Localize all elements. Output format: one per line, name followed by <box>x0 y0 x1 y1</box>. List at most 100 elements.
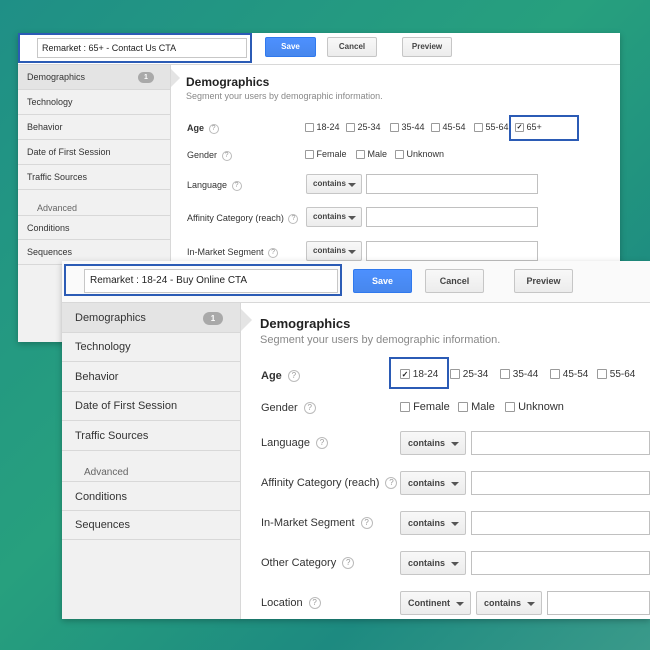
inmarket-value-input[interactable] <box>366 241 538 261</box>
help-icon[interactable]: ? <box>303 402 316 415</box>
segment-name-input[interactable]: Remarket : 65+ - Contact Us CTA <box>37 38 247 58</box>
checkbox[interactable] <box>356 150 365 160</box>
gender-option-unknown[interactable]: Unknown <box>505 401 564 413</box>
affinity-value-input[interactable] <box>471 471 650 495</box>
location-label: Location ? <box>261 597 321 610</box>
affinity-operator-select[interactable]: contains <box>400 471 466 495</box>
location-value-input[interactable] <box>547 591 650 615</box>
checkbox-label: 55-64 <box>609 369 636 380</box>
help-icon[interactable]: ? <box>385 477 398 490</box>
language-operator-select[interactable]: contains <box>306 174 362 194</box>
sidebar-item-conditions[interactable]: Conditions <box>18 215 170 240</box>
age-option-35-44[interactable]: 35-44 <box>390 122 425 133</box>
other-category-operator-select[interactable]: contains <box>400 551 466 575</box>
chevron-down-icon <box>348 183 356 187</box>
checkbox[interactable] <box>550 369 560 380</box>
checkbox[interactable] <box>305 150 314 160</box>
age-option-25-34[interactable]: 25-34 <box>450 369 488 380</box>
preview-button[interactable]: Preview <box>402 37 452 57</box>
checkbox[interactable] <box>450 369 460 380</box>
checkbox-checked[interactable] <box>400 369 410 380</box>
help-icon[interactable]: ? <box>221 150 232 161</box>
checkbox[interactable] <box>390 123 399 133</box>
help-icon[interactable]: ? <box>288 213 299 224</box>
help-icon[interactable]: ? <box>342 557 355 570</box>
age-option-65-plus[interactable]: 65+ <box>515 122 542 133</box>
checkbox[interactable] <box>346 123 355 133</box>
affinity-operator-select[interactable]: contains <box>306 207 362 227</box>
chevron-down-icon <box>451 442 459 446</box>
language-value-input[interactable] <box>366 174 538 194</box>
gender-option-unknown[interactable]: Unknown <box>395 149 445 160</box>
cancel-button[interactable]: Cancel <box>425 269 484 293</box>
sidebar-item-demographics[interactable]: Demographics 1 <box>18 65 170 90</box>
gender-option-male[interactable]: Male <box>458 401 495 413</box>
age-option-18-24[interactable]: 18-24 <box>400 369 438 380</box>
inmarket-operator-select[interactable]: contains <box>400 511 466 535</box>
sidebar-item-traffic-sources[interactable]: Traffic Sources <box>18 165 170 190</box>
sidebar-item-technology[interactable]: Technology <box>62 333 240 362</box>
sidebar-item-sequences[interactable]: Sequences <box>62 511 240 540</box>
gender-option-female[interactable]: Female <box>400 401 450 413</box>
sidebar-item-date-of-first-session[interactable]: Date of First Session <box>62 392 240 421</box>
checkbox[interactable] <box>500 369 510 380</box>
sidebar-item-technology[interactable]: Technology <box>18 90 170 115</box>
age-option-55-64[interactable]: 55-64 <box>597 369 635 380</box>
sidebar-item-conditions[interactable]: Conditions <box>62 481 240 511</box>
language-value-input[interactable] <box>471 431 650 455</box>
age-option-45-54[interactable]: 45-54 <box>431 122 466 133</box>
age-option-25-34[interactable]: 25-34 <box>346 122 381 133</box>
checkbox[interactable] <box>474 123 483 133</box>
checkbox[interactable] <box>400 402 410 413</box>
checkbox-label: Unknown <box>518 401 564 413</box>
checkbox-checked[interactable] <box>515 123 524 133</box>
checkbox[interactable] <box>431 123 440 133</box>
checkbox[interactable] <box>395 150 404 160</box>
help-icon[interactable]: ? <box>316 437 329 450</box>
help-icon[interactable]: ? <box>208 123 219 134</box>
checkbox[interactable] <box>305 123 314 133</box>
select-value: Continent <box>408 598 450 608</box>
sidebar-item-behavior[interactable]: Behavior <box>62 362 240 392</box>
location-operator-select[interactable]: contains <box>476 591 542 615</box>
checkbox-label: Male <box>471 401 495 413</box>
cancel-button[interactable]: Cancel <box>327 37 377 57</box>
affinity-value-input[interactable] <box>366 207 538 227</box>
sidebar-item-date-of-first-session[interactable]: Date of First Session <box>18 140 170 165</box>
preview-button[interactable]: Preview <box>514 269 573 293</box>
sidebar-item-behavior[interactable]: Behavior <box>18 115 170 140</box>
age-option-45-54[interactable]: 45-54 <box>550 369 588 380</box>
sidebar-item-label: Traffic Sources <box>75 430 149 442</box>
inmarket-operator-select[interactable]: contains <box>306 241 362 261</box>
help-icon[interactable]: ? <box>287 370 300 383</box>
sidebar-item-traffic-sources[interactable]: Traffic Sources <box>62 421 240 451</box>
age-option-35-44[interactable]: 35-44 <box>500 369 538 380</box>
page-title: Demographics <box>186 75 270 89</box>
sidebar-item-label: Date of First Session <box>75 400 178 412</box>
sidebar-item-label: Conditions <box>75 491 127 503</box>
age-option-55-64[interactable]: 55-64 <box>474 122 509 133</box>
help-icon[interactable]: ? <box>231 180 242 191</box>
save-button[interactable]: Save <box>265 37 316 57</box>
help-icon[interactable]: ? <box>308 597 321 610</box>
gender-option-male[interactable]: Male <box>356 149 387 160</box>
save-button[interactable]: Save <box>353 269 412 293</box>
chevron-down-icon <box>348 216 356 220</box>
inmarket-value-input[interactable] <box>471 511 650 535</box>
segment-name-input[interactable]: Remarket : 18-24 - Buy Online CTA <box>84 269 338 293</box>
sidebar-item-demographics[interactable]: Demographics 1 <box>62 303 240 333</box>
checkbox-label: 18-24 <box>412 369 439 380</box>
checkbox[interactable] <box>458 402 468 413</box>
location-type-select[interactable]: Continent <box>400 591 471 615</box>
inmarket-label-text: In-Market Segment <box>187 247 264 257</box>
checkbox-label: Unknown <box>406 149 445 159</box>
age-option-18-24[interactable]: 18-24 <box>305 122 340 133</box>
other-category-value-input[interactable] <box>471 551 650 575</box>
affinity-label: Affinity Category (reach) ? <box>187 213 299 224</box>
language-operator-select[interactable]: contains <box>400 431 466 455</box>
help-icon[interactable]: ? <box>360 517 373 530</box>
checkbox[interactable] <box>505 402 515 413</box>
gender-option-female[interactable]: Female <box>305 149 347 160</box>
help-icon[interactable]: ? <box>268 247 279 258</box>
checkbox[interactable] <box>597 369 607 380</box>
